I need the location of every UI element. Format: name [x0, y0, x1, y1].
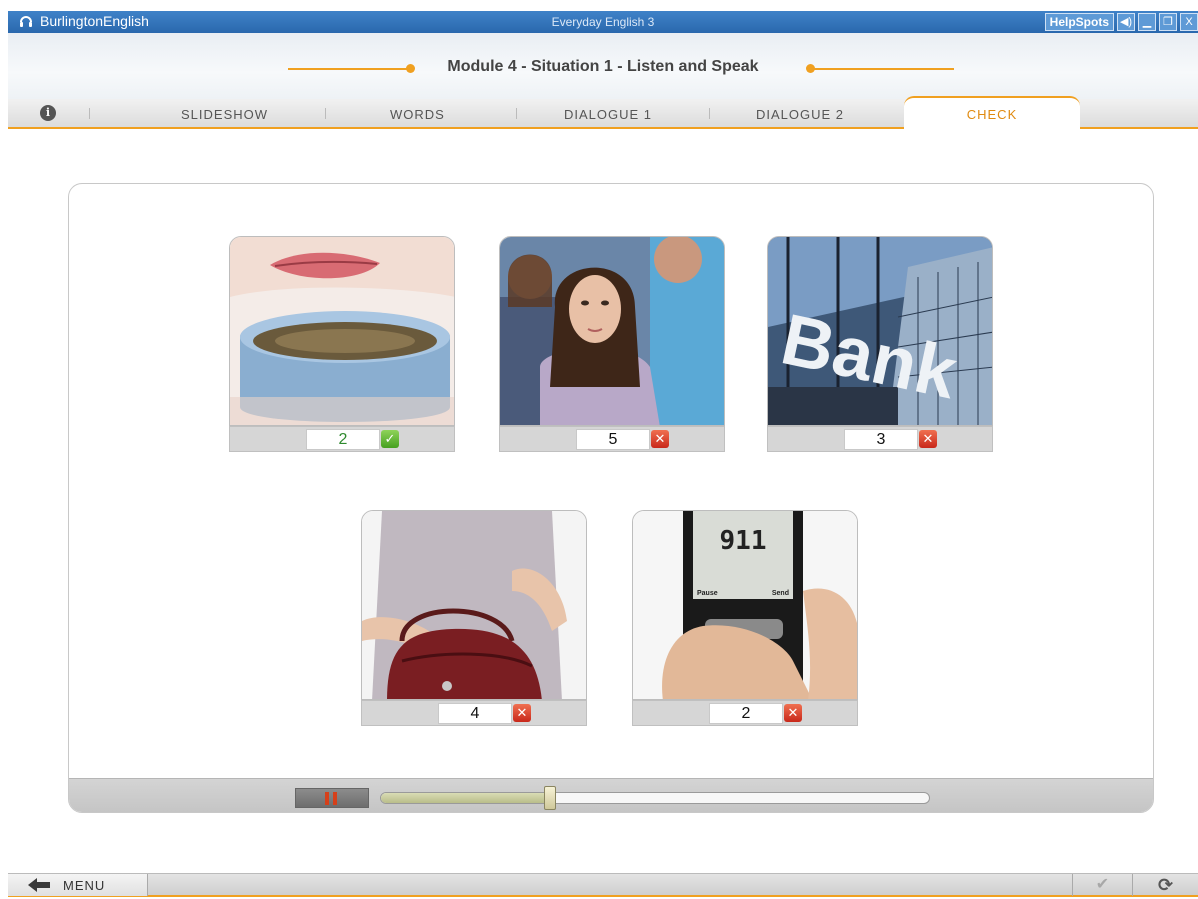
phone-screen-text: 911: [720, 526, 767, 556]
window-controls: HelpSpots ◀) ▁ ❐ X: [1044, 13, 1198, 31]
phone-left-key: Pause: [697, 590, 718, 597]
tab-separator: [325, 108, 326, 119]
tab-dialogue-2[interactable]: DIALOGUE 2: [756, 107, 844, 122]
answer-bar: 3 ✕: [767, 426, 993, 452]
tab-separator: [89, 108, 90, 119]
answer-field[interactable]: 2: [306, 429, 380, 450]
app-window: BurlingtonEnglish Everyday English 3 Hel…: [0, 0, 1198, 899]
module-title: Module 4 - Situation 1 - Listen and Spea…: [447, 58, 759, 75]
answer-field[interactable]: 3: [844, 429, 918, 450]
module-header: Module 4 - Situation 1 - Listen and Spea…: [8, 33, 1198, 99]
progress-track[interactable]: [380, 792, 930, 804]
pause-icon: [325, 792, 339, 805]
woman-drinking-image: [229, 236, 455, 426]
picture-card[interactable]: 5 ✕: [499, 236, 725, 452]
wrong-x-icon: ✕: [651, 430, 669, 448]
minimize-icon[interactable]: ▁: [1138, 13, 1156, 31]
tab-words[interactable]: WORDS: [390, 107, 445, 122]
progress-fill: [381, 793, 551, 803]
phone-911-image: 911 Pause Send: [632, 510, 858, 700]
correct-check-icon: ✓: [381, 430, 399, 448]
sound-icon[interactable]: ◀): [1117, 13, 1135, 31]
helpspots-button[interactable]: HelpSpots: [1044, 13, 1114, 31]
decor-line-right: [814, 68, 954, 70]
tab-bar: i SLIDESHOW WORDS DIALOGUE 1 DIALOGUE 2 …: [8, 96, 1198, 129]
answer-field[interactable]: 2: [709, 703, 783, 724]
title-bar: BurlingtonEnglish Everyday English 3 Hel…: [8, 11, 1198, 33]
handbag-image: [361, 510, 587, 700]
wrong-x-icon: ✕: [919, 430, 937, 448]
tab-dialogue-1[interactable]: DIALOGUE 1: [564, 107, 652, 122]
phone-right-key: Send: [772, 590, 789, 597]
footer-bar: MENU ✔ ⟳: [8, 873, 1198, 897]
window-title: Everyday English 3: [551, 15, 655, 29]
answer-bar: 5 ✕: [499, 426, 725, 452]
bank-image: Bank: [767, 236, 993, 426]
info-icon[interactable]: i: [40, 105, 56, 121]
tab-separator: [709, 108, 710, 119]
check-icon[interactable]: ✔: [1072, 874, 1132, 896]
answer-bar: 2 ✓: [229, 426, 455, 452]
picture-card[interactable]: 911 Pause Send 2 ✕: [632, 510, 858, 726]
answer-bar: 4 ✕: [361, 700, 587, 726]
refresh-icon[interactable]: ⟳: [1132, 874, 1198, 896]
answer-field[interactable]: 4: [438, 703, 512, 724]
tab-check[interactable]: CHECK: [904, 96, 1080, 129]
exercise-panel: 2 ✓ 5 ✕ Bank 3 ✕ 4 ✕ 911 Pause Send 2 ✕: [68, 183, 1154, 813]
tab-separator: [516, 108, 517, 119]
answer-field[interactable]: 5: [576, 429, 650, 450]
menu-button[interactable]: MENU: [8, 874, 148, 896]
pause-button[interactable]: [295, 788, 369, 808]
wrong-x-icon: ✕: [784, 704, 802, 722]
picture-card[interactable]: 2 ✓: [229, 236, 455, 452]
restore-icon[interactable]: ❐: [1159, 13, 1177, 31]
picture-card[interactable]: 4 ✕: [361, 510, 587, 726]
crowd-image: [499, 236, 725, 426]
answer-bar: 2 ✕: [632, 700, 858, 726]
picture-card[interactable]: Bank 3 ✕: [767, 236, 993, 452]
tab-slideshow[interactable]: SLIDESHOW: [181, 107, 268, 122]
progress-handle[interactable]: [543, 786, 556, 810]
media-controls: [69, 778, 1153, 812]
wrong-x-icon: ✕: [513, 704, 531, 722]
back-arrow-icon: [28, 878, 50, 892]
close-icon[interactable]: X: [1180, 13, 1198, 31]
tab-check-label: CHECK: [966, 107, 1018, 122]
menu-label: MENU: [63, 878, 106, 893]
